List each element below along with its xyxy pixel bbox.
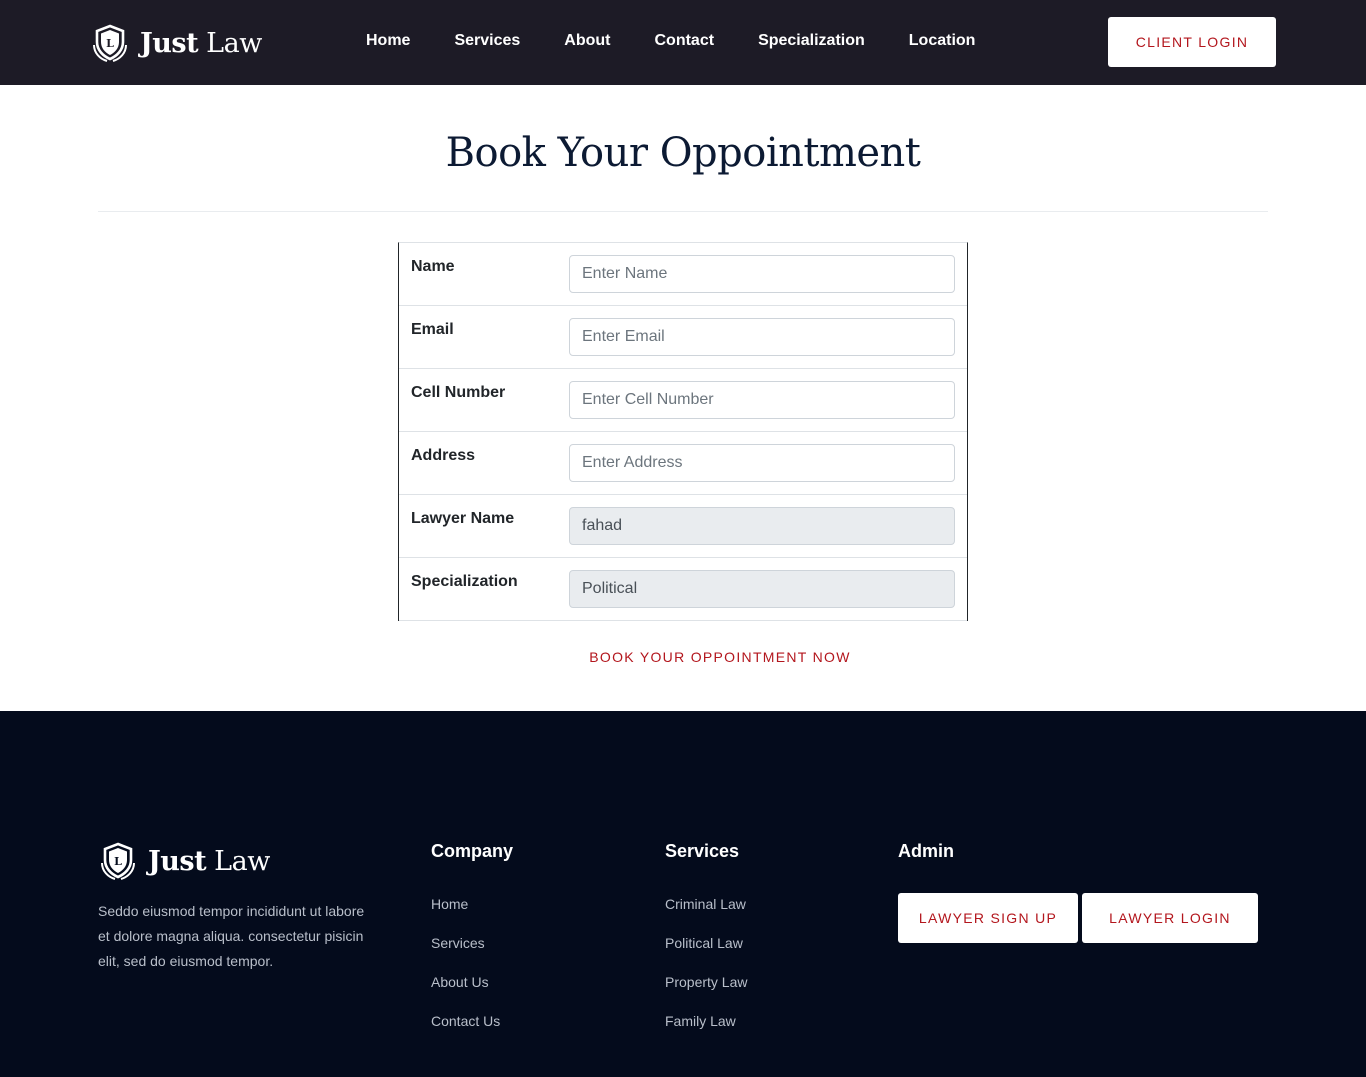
footer-services-links: Criminal Law Political Law Property Law …	[665, 893, 747, 1033]
shield-laurel-icon: L	[93, 24, 127, 62]
footer-company-links: Home Services About Us Contact Us	[431, 893, 513, 1033]
footer-services-column: Services Criminal Law Political Law Prop…	[665, 839, 747, 1049]
footer-link-political-law[interactable]: Political Law	[665, 935, 743, 951]
logo-word-just: Just	[140, 27, 199, 59]
footer-logo[interactable]: L Just Law	[98, 841, 270, 881]
list-item: Contact Us	[431, 1010, 513, 1033]
address-input[interactable]	[569, 444, 955, 482]
specialization-label: Specialization	[411, 573, 518, 590]
list-item: Services	[431, 932, 513, 955]
footer-link-criminal-law[interactable]: Criminal Law	[665, 896, 746, 912]
nav-about[interactable]: About	[564, 31, 610, 51]
site-logo[interactable]: L Just Law	[90, 23, 262, 63]
cell-number-label: Cell Number	[411, 384, 506, 401]
lawyer-sign-up-button[interactable]: LAWYER SIGN UP	[898, 893, 1078, 943]
footer-link-services[interactable]: Services	[431, 935, 485, 951]
form-row-specialization: Specialization	[399, 558, 967, 621]
list-item: About Us	[431, 971, 513, 994]
lawyer-name-input	[569, 507, 955, 545]
cell-number-input[interactable]	[569, 381, 955, 419]
nav-contact[interactable]: Contact	[655, 31, 715, 51]
nav-home[interactable]: Home	[366, 31, 410, 51]
name-label: Name	[411, 258, 455, 275]
footer-link-home[interactable]: Home	[431, 896, 468, 912]
list-item: Home	[431, 893, 513, 916]
name-input[interactable]	[569, 255, 955, 293]
email-label: Email	[411, 321, 454, 338]
footer-company-column: Company Home Services About Us Contact U…	[431, 839, 513, 1049]
footer-about-text: Seddo eiusmod tempor incididunt ut labor…	[98, 903, 365, 969]
logo-emblem-letter: L	[106, 37, 114, 50]
form-row-lawyer-name: Lawyer Name	[399, 495, 967, 558]
footer-logo-text: Just Law	[148, 846, 270, 877]
list-item: Property Law	[665, 971, 747, 994]
lawyer-login-button[interactable]: LAWYER LOGIN	[1082, 893, 1258, 943]
footer-company-title: Company	[431, 841, 514, 861]
list-item: Political Law	[665, 932, 747, 955]
form-row-name: Name	[399, 243, 967, 306]
nav-location[interactable]: Location	[909, 31, 976, 51]
footer-logo-word-law: Law	[214, 845, 270, 877]
lawyer-name-label: Lawyer Name	[411, 510, 515, 527]
footer-admin-column: Admin	[898, 839, 954, 863]
logo-text: Just Law	[140, 28, 262, 59]
form-row-address: Address	[399, 432, 967, 495]
site-footer: L Just Law Seddo eiusmod tempor incididu…	[0, 711, 1366, 1077]
form-row-cell-number: Cell Number	[399, 369, 967, 432]
site-header: L Just Law Home Services About Contact S…	[0, 0, 1366, 85]
shield-laurel-icon: L	[101, 842, 135, 880]
footer-link-family-law[interactable]: Family Law	[665, 1013, 736, 1029]
title-divider	[98, 211, 1268, 212]
book-appointment-button[interactable]: BOOK YOUR OPPOINTMENT NOW	[560, 641, 880, 673]
form-row-email: Email	[399, 306, 967, 369]
list-item: Family Law	[665, 1010, 747, 1033]
appointment-form: Name Email Cell Number Address Lawyer Na…	[398, 242, 968, 621]
specialization-input	[569, 570, 955, 608]
email-input[interactable]	[569, 318, 955, 356]
footer-logo-emblem-letter: L	[114, 855, 122, 868]
footer-admin-title: Admin	[898, 841, 954, 861]
client-login-button[interactable]: CLIENT LOGIN	[1108, 17, 1276, 67]
nav-services[interactable]: Services	[454, 31, 520, 51]
list-item: Criminal Law	[665, 893, 747, 916]
footer-logo-word-just: Just	[148, 845, 207, 877]
footer-link-about-us[interactable]: About Us	[431, 974, 489, 990]
logo-word-law: Law	[206, 27, 262, 59]
footer-services-title: Services	[665, 841, 740, 861]
main-nav: Home Services About Contact Specializati…	[366, 31, 1019, 51]
address-label: Address	[411, 447, 476, 464]
nav-specialization[interactable]: Specialization	[758, 31, 865, 51]
footer-link-contact-us[interactable]: Contact Us	[431, 1013, 500, 1029]
footer-link-property-law[interactable]: Property Law	[665, 974, 747, 990]
page-title: Book Your Oppointment	[445, 130, 921, 176]
